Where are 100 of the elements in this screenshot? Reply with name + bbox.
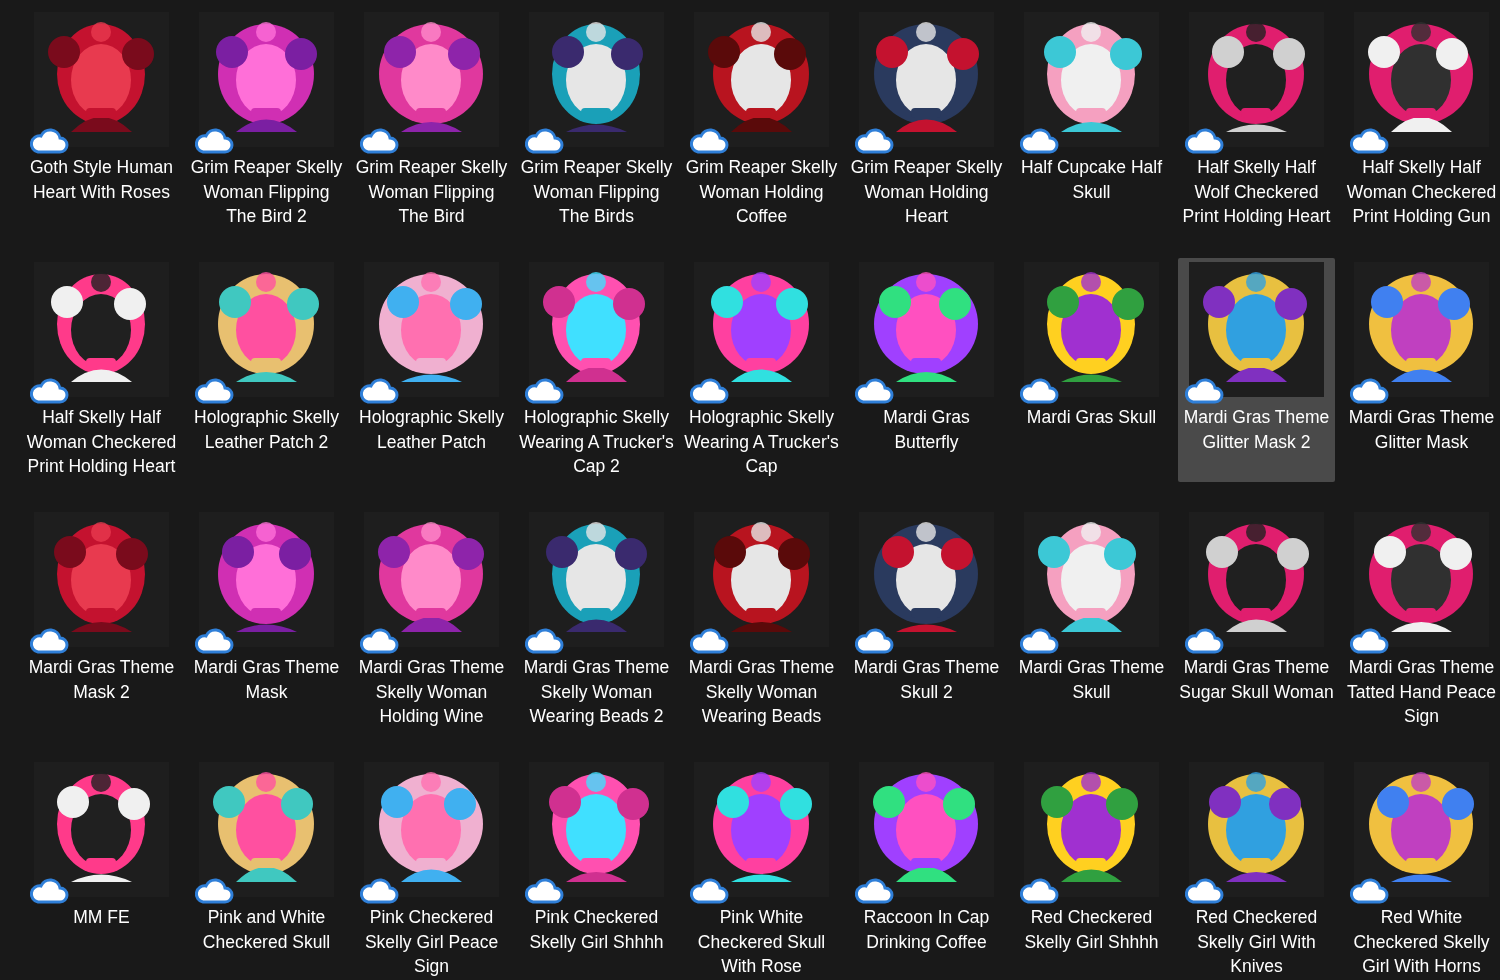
- file-item[interactable]: Mardi Gras Theme Skelly Woman Wearing Beads 2: [518, 508, 675, 732]
- cloud-icon: [194, 127, 234, 155]
- file-item[interactable]: Mardi Gras Theme Skelly Woman Holding Wine: [353, 508, 510, 732]
- file-name: Holographic Skelly Wearing A Trucker's Cap 2: [519, 406, 674, 478]
- file-name: Pink White Checkered Skull With Rose: [696, 906, 827, 978]
- cloud-icon: [1019, 377, 1059, 405]
- file-item[interactable]: Half Skelly Half Wolf Checkered Print Holding Heart: [1178, 8, 1335, 232]
- cloud-icon: [1019, 877, 1059, 905]
- cloud-icon: [1184, 877, 1224, 905]
- file-item[interactable]: Pink White Checkered Skull With Rose: [683, 758, 840, 980]
- file-item[interactable]: Grim Reaper Skelly Woman Flipping The Bird 2: [188, 8, 345, 232]
- file-name: Mardi Gras Theme Skull 2: [852, 656, 1001, 704]
- cloud-icon: [194, 627, 234, 655]
- file-name: Mardi Gras Butterfly: [882, 406, 971, 454]
- cloud-icon: [359, 877, 399, 905]
- file-item[interactable]: Mardi Gras Theme Sugar Skull Woman: [1178, 508, 1335, 732]
- file-item[interactable]: Pink Checkered Skelly Girl Shhhh: [518, 758, 675, 980]
- file-item[interactable]: Mardi Gras Theme Skull: [1013, 508, 1170, 732]
- cloud-icon: [1184, 377, 1224, 405]
- file-item[interactable]: Holographic Skelly Leather Patch: [353, 258, 510, 482]
- cloud-icon: [29, 377, 69, 405]
- cloud-icon: [689, 877, 729, 905]
- cloud-icon: [854, 627, 894, 655]
- cloud-icon: [29, 127, 69, 155]
- cloud-icon: [1349, 127, 1389, 155]
- file-name: Mardi Gras Theme Glitter Mask: [1347, 406, 1496, 454]
- file-name: Pink and White Checkered Skull: [201, 906, 332, 954]
- file-name: Half Skelly Half Woman Checkered Print Holding Gun: [1345, 156, 1498, 228]
- file-item[interactable]: Half Cupcake Half Skull: [1013, 8, 1170, 232]
- file-item[interactable]: Pink Checkered Skelly Girl Peace Sign: [353, 758, 510, 980]
- cloud-icon: [1349, 877, 1389, 905]
- file-name: Holographic Skelly Wearing A Trucker's Cap: [684, 406, 839, 478]
- file-name: MM FE: [72, 906, 131, 929]
- file-name: Mardi Gras Theme Sugar Skull Woman: [1179, 656, 1334, 704]
- file-name: Mardi Gras Theme Tatted Hand Peace Sign: [1346, 656, 1497, 728]
- file-name: Raccoon In Cap Drinking Coffee: [862, 906, 991, 954]
- cloud-icon: [29, 627, 69, 655]
- file-name: Red White Checkered Skelly Girl With Horns: [1352, 906, 1491, 978]
- cloud-icon: [194, 877, 234, 905]
- cloud-icon: [194, 377, 234, 405]
- file-name: Red Checkered Skelly Girl Shhhh: [1023, 906, 1160, 954]
- file-item[interactable]: Mardi Gras Theme Mask: [188, 508, 345, 732]
- file-item[interactable]: Holographic Skelly Wearing A Trucker's Cap: [683, 258, 840, 482]
- file-item[interactable]: Holographic Skelly Wearing A Trucker's Cap 2: [518, 258, 675, 482]
- cloud-icon: [854, 377, 894, 405]
- cloud-icon: [1184, 127, 1224, 155]
- cloud-icon: [359, 627, 399, 655]
- cloud-icon: [524, 877, 564, 905]
- file-name: Grim Reaper Skelly Woman Flipping The Birds: [519, 156, 674, 228]
- file-item[interactable]: Mardi Gras Theme Glitter Mask: [1343, 258, 1500, 482]
- file-name: Mardi Gras Theme Glitter Mask 2: [1182, 406, 1331, 454]
- file-item[interactable]: Red White Checkered Skelly Girl With Horns: [1343, 758, 1500, 980]
- file-name: Goth Style Human Heart With Roses: [29, 156, 174, 204]
- cloud-icon: [524, 127, 564, 155]
- file-name: Red Checkered Skelly Girl With Knives: [1194, 906, 1319, 978]
- cloud-icon: [854, 877, 894, 905]
- file-item[interactable]: Goth Style Human Heart With Roses: [23, 8, 180, 232]
- file-item[interactable]: Mardi Gras Theme Skelly Woman Wearing Beads: [683, 508, 840, 732]
- file-item[interactable]: Mardi Gras Theme Mask 2: [23, 508, 180, 732]
- file-name: Pink Checkered Skelly Girl Peace Sign: [363, 906, 500, 978]
- file-name: Pink Checkered Skelly Girl Shhhh: [528, 906, 665, 954]
- cloud-icon: [1019, 627, 1059, 655]
- file-name: Mardi Gras Theme Mask 2: [27, 656, 176, 704]
- file-name: Grim Reaper Skelly Woman Holding Coffee: [684, 156, 839, 228]
- file-name: Grim Reaper Skelly Woman Flipping The Bird: [354, 156, 509, 228]
- file-name: Half Cupcake Half Skull: [1019, 156, 1163, 204]
- file-item[interactable]: Mardi Gras Skull: [1013, 258, 1170, 482]
- file-item[interactable]: Mardi Gras Theme Tatted Hand Peace Sign: [1343, 508, 1500, 732]
- file-name: Grim Reaper Skelly Woman Holding Heart: [849, 156, 1004, 228]
- file-name: Grim Reaper Skelly Woman Flipping The Bird 2: [189, 156, 344, 228]
- file-item[interactable]: Half Skelly Half Woman Checkered Print Holding Gun: [1343, 8, 1500, 232]
- file-name: Mardi Gras Skull: [1025, 406, 1158, 429]
- file-item[interactable]: Red Checkered Skelly Girl With Knives: [1178, 758, 1335, 980]
- file-item[interactable]: Holographic Skelly Leather Patch 2: [188, 258, 345, 482]
- cloud-icon: [359, 127, 399, 155]
- file-item[interactable]: Raccoon In Cap Drinking Coffee: [848, 758, 1005, 980]
- file-item[interactable]: Red Checkered Skelly Girl Shhhh: [1013, 758, 1170, 980]
- file-name: Mardi Gras Theme Skelly Woman Wearing Beads 2: [522, 656, 671, 728]
- file-item[interactable]: MM FE: [23, 758, 180, 980]
- file-item[interactable]: Grim Reaper Skelly Woman Holding Heart: [848, 8, 1005, 232]
- cloud-icon: [29, 877, 69, 905]
- cloud-icon: [524, 377, 564, 405]
- file-name: Mardi Gras Theme Skull: [1017, 656, 1166, 704]
- cloud-icon: [689, 127, 729, 155]
- file-item[interactable]: Mardi Gras Theme Glitter Mask 2: [1178, 258, 1335, 482]
- file-name: Mardi Gras Theme Skelly Woman Holding Wine: [357, 656, 506, 728]
- cloud-icon: [689, 377, 729, 405]
- file-name: Half Skelly Half Wolf Checkered Print Holding Heart: [1181, 156, 1332, 228]
- cloud-icon: [524, 627, 564, 655]
- file-item[interactable]: Grim Reaper Skelly Woman Flipping The Bird: [353, 8, 510, 232]
- file-item[interactable]: Mardi Gras Theme Skull 2: [848, 508, 1005, 732]
- file-item[interactable]: Mardi Gras Butterfly: [848, 258, 1005, 482]
- file-item[interactable]: Grim Reaper Skelly Woman Flipping The Birds: [518, 8, 675, 232]
- file-item[interactable]: Grim Reaper Skelly Woman Holding Coffee: [683, 8, 840, 232]
- file-item[interactable]: Half Skelly Half Woman Checkered Print Holding Heart: [23, 258, 180, 482]
- file-item[interactable]: Pink and White Checkered Skull: [188, 758, 345, 980]
- cloud-icon: [1349, 377, 1389, 405]
- file-name: Holographic Skelly Leather Patch: [358, 406, 505, 454]
- cloud-icon: [359, 377, 399, 405]
- file-name: Mardi Gras Theme Skelly Woman Wearing Beads: [687, 656, 836, 728]
